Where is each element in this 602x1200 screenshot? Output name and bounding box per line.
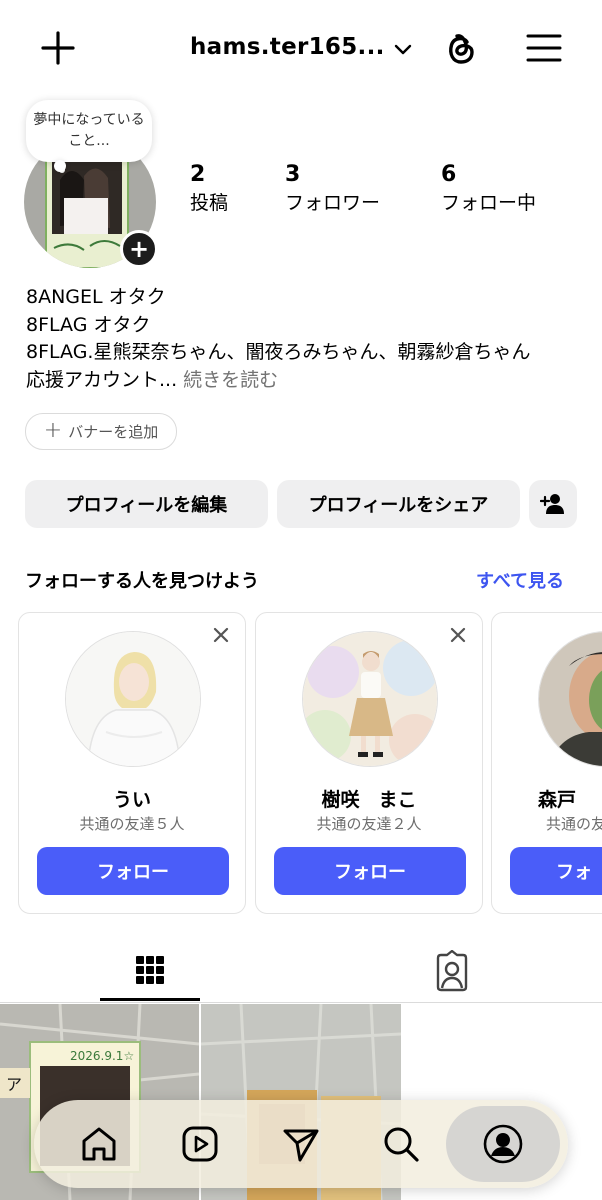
add-story-button[interactable]: + <box>120 230 158 268</box>
stat-followers[interactable]: 3 フォロワー <box>285 160 380 216</box>
profile-bio: 8ANGEL オタク 8FLAG オタク 8FLAG.星熊栞奈ちゃん、闇夜ろみち… <box>26 284 530 394</box>
note-bubble[interactable]: 夢中になっていること... <box>26 100 152 162</box>
profile-username[interactable]: hams.ter165... <box>190 34 385 60</box>
bio-line: 応援アカウント... 続きを読む <box>26 367 530 395</box>
send-icon[interactable] <box>280 1123 322 1165</box>
tagged-tab-icon[interactable] <box>430 950 474 992</box>
read-more-link[interactable]: 続きを読む <box>183 369 278 391</box>
suggestion-name: 樹咲 まこ <box>321 789 417 811</box>
suggestion-name: うい <box>112 789 151 811</box>
post-caption: 2026.9.1☆ <box>70 1049 134 1063</box>
suggestion-name: 森戸 <box>538 789 577 811</box>
home-icon[interactable] <box>78 1123 120 1165</box>
profile-icon[interactable] <box>482 1123 524 1165</box>
suggestion-card[interactable]: うい 共通の友達５人 フォロー <box>18 612 246 914</box>
add-banner-label: バナーを追加 <box>68 423 159 441</box>
suggestion-card[interactable]: 森戸 共通の友 フォ <box>491 612 602 914</box>
menu-icon[interactable] <box>524 30 564 66</box>
follow-button[interactable]: フォロー <box>274 847 466 895</box>
suggestion-mutuals: 共通の友 <box>546 815 602 833</box>
see-all-link[interactable]: すべて見る <box>476 567 564 593</box>
note-bubble-tail <box>54 160 66 172</box>
stat-posts[interactable]: 2 投稿 <box>190 160 228 216</box>
suggestion-avatar[interactable] <box>302 631 438 767</box>
create-plus-icon[interactable] <box>38 28 78 68</box>
chevron-down-icon[interactable] <box>392 38 414 60</box>
plus-icon: + <box>43 417 63 443</box>
stat-following-label: フォロー中 <box>441 192 537 214</box>
share-profile-button[interactable]: プロフィールをシェア <box>277 480 520 528</box>
suggestion-avatar[interactable] <box>65 631 201 767</box>
add-banner-button[interactable]: + バナーを追加 <box>25 413 177 450</box>
stat-following[interactable]: 6 フォロー中 <box>441 160 536 216</box>
add-person-icon <box>540 494 564 514</box>
tab-divider <box>0 1002 602 1003</box>
edit-profile-button[interactable]: プロフィールを編集 <box>25 480 268 528</box>
grid-tab-icon[interactable] <box>130 950 170 990</box>
reels-icon[interactable] <box>179 1123 221 1165</box>
stat-followers-count: 3 <box>285 162 301 187</box>
bio-line: 8ANGEL オタク <box>26 286 166 308</box>
stat-posts-label: 投稿 <box>190 192 229 214</box>
suggestion-mutuals: 共通の友達５人 <box>79 815 185 833</box>
bio-line: 8FLAG オタク <box>26 313 151 336</box>
stat-posts-count: 2 <box>190 162 206 187</box>
active-tab-indicator <box>100 998 200 1001</box>
suggestions-title: フォローする人を見つけよう <box>25 571 259 592</box>
close-icon[interactable] <box>448 625 468 645</box>
follow-button[interactable]: フォ <box>510 847 602 895</box>
search-icon[interactable] <box>380 1123 422 1165</box>
stat-following-count: 6 <box>441 162 457 187</box>
bio-line-text: 応援アカウント... <box>26 368 178 391</box>
threads-icon[interactable] <box>440 27 482 69</box>
suggestion-avatar[interactable] <box>538 631 602 767</box>
suggestion-mutuals: 共通の友達２人 <box>316 815 422 833</box>
post-side-text: ア <box>6 1075 22 1094</box>
suggestion-card[interactable]: 樹咲 まこ 共通の友達２人 フォロー <box>255 612 483 914</box>
bio-line: 8FLAG.星熊栞奈ちゃん、闇夜ろみちゃん、朝霧紗倉ちゃん <box>26 341 531 363</box>
follow-button[interactable]: フォロー <box>37 847 229 895</box>
close-icon[interactable] <box>211 625 231 645</box>
stat-followers-label: フォロワー <box>285 192 381 214</box>
discover-people-button[interactable] <box>529 480 577 528</box>
